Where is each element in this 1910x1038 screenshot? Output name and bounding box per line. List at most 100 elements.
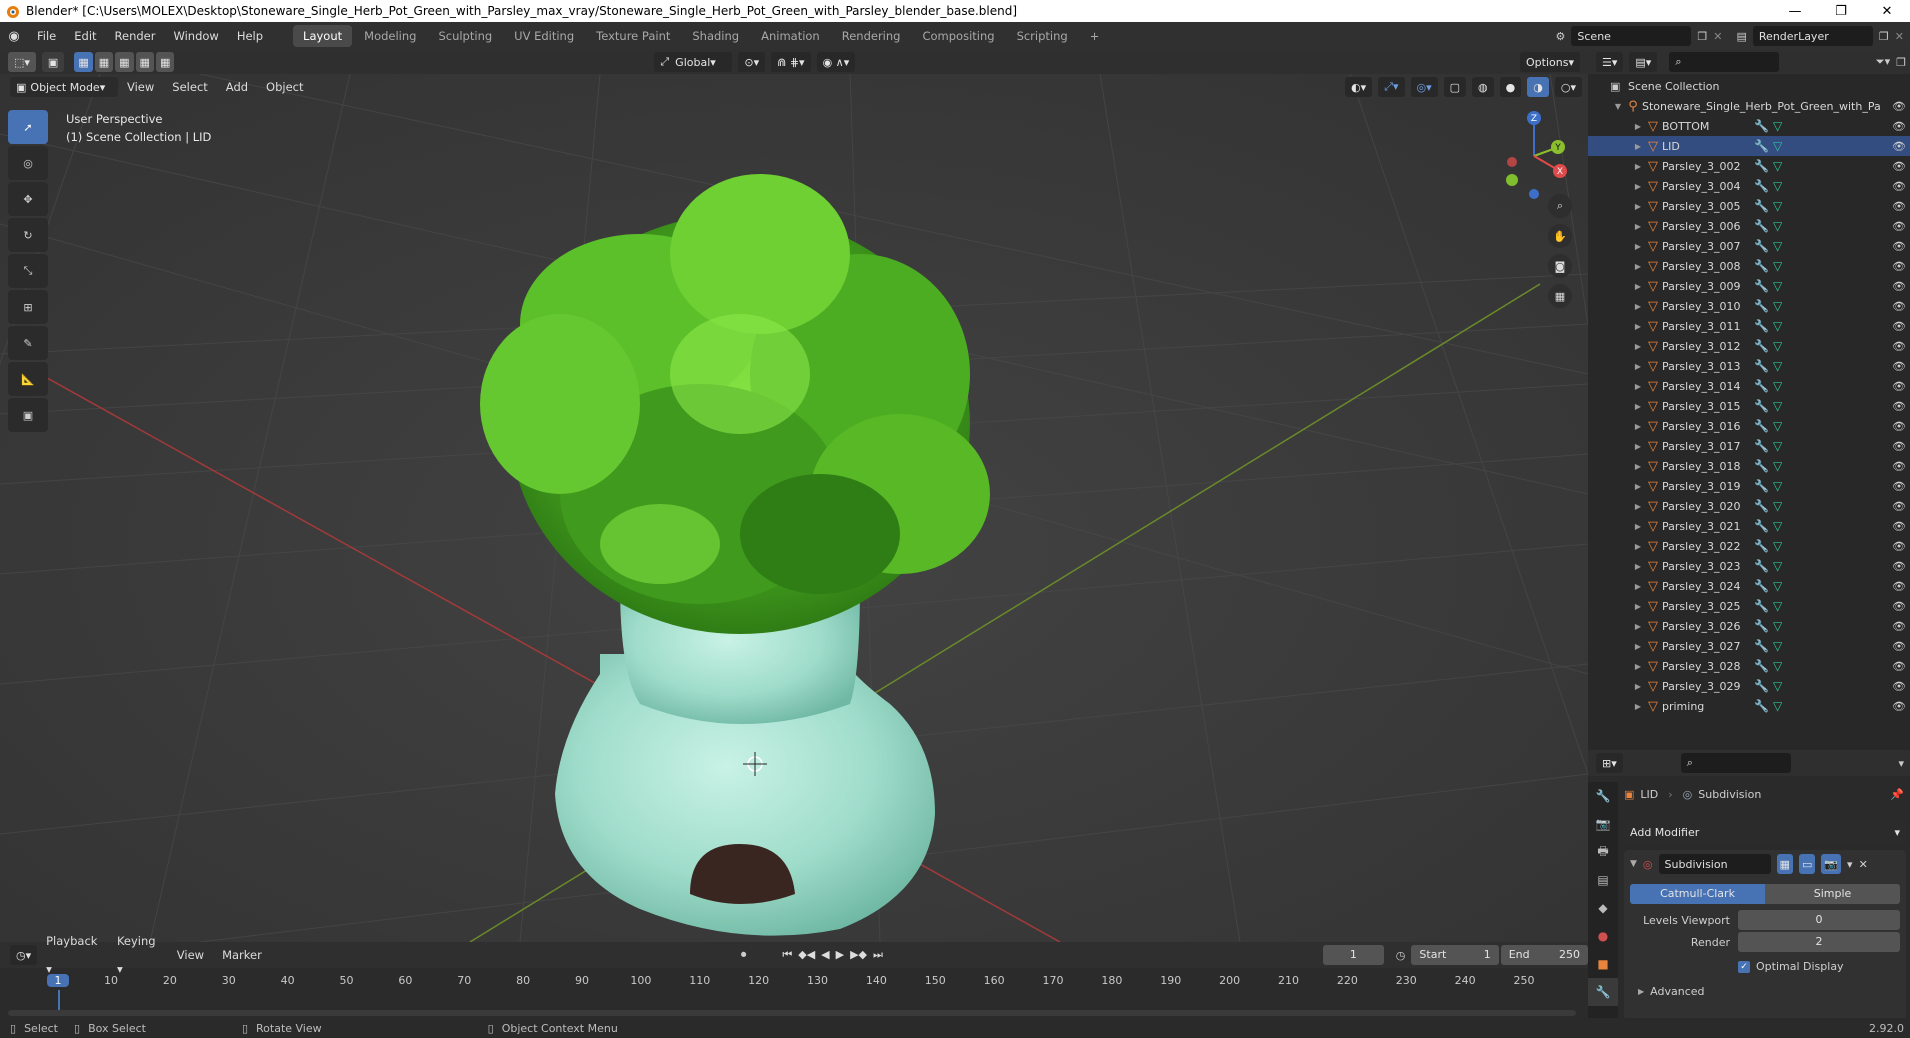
mesh-data-icon[interactable]: ▽	[1773, 699, 1782, 713]
measure-tool-icon[interactable]: 📐	[8, 362, 48, 396]
view-layer-tab-icon[interactable]: ▤	[1588, 866, 1618, 894]
visibility-eye-icon[interactable]: 👁	[1892, 620, 1906, 633]
gizmo-toggle-icon[interactable]: ⤢▾	[1378, 77, 1405, 97]
viewport-menu-object[interactable]: Object	[257, 73, 312, 101]
scene-tab-icon[interactable]: ◆	[1588, 894, 1618, 922]
pivot-point-icon[interactable]: ⊙▾	[738, 52, 766, 72]
visibility-eye-icon[interactable]: 👁	[1892, 240, 1906, 253]
modifier-menu-icon[interactable]: ▾	[1847, 858, 1853, 871]
modifier-wrench-icon[interactable]: 🔧	[1754, 699, 1769, 713]
outliner-item-row[interactable]: ▶ ▽ Parsley_3_004 🔧 ▽ 👁	[1588, 176, 1910, 196]
pin-icon[interactable]: 📌	[1890, 788, 1904, 801]
mesh-data-icon[interactable]: ▽	[1773, 219, 1782, 233]
next-keyframe-icon[interactable]: ▶◆	[850, 948, 867, 962]
expand-arrow-icon[interactable]: ▶	[1632, 322, 1644, 331]
modifier-wrench-icon[interactable]: 🔧	[1754, 599, 1769, 613]
rotate-tool-icon[interactable]: ↻	[8, 218, 48, 252]
tool-tab-icon[interactable]: 🔧	[1588, 782, 1618, 810]
menu-edit[interactable]: Edit	[65, 22, 105, 50]
visibility-eye-icon[interactable]: 👁	[1892, 340, 1906, 353]
mesh-data-icon[interactable]: ▽	[1773, 579, 1782, 593]
mesh-data-icon[interactable]: ▽	[1773, 439, 1782, 453]
mesh-data-icon[interactable]: ▽	[1773, 199, 1782, 213]
mesh-data-icon[interactable]: ▽	[1773, 239, 1782, 253]
snap-icon[interactable]: ⋒ ⋕▾	[771, 52, 811, 72]
current-frame-field[interactable]: 1	[1322, 945, 1384, 965]
expand-arrow-icon[interactable]: ▶	[1632, 622, 1644, 631]
blender-menu-icon[interactable]: ◉	[0, 29, 28, 44]
outliner-item-row[interactable]: ▶ ▽ Parsley_3_006 🔧 ▽ 👁	[1588, 216, 1910, 236]
visibility-eye-icon[interactable]: 👁	[1892, 320, 1906, 333]
mesh-data-icon[interactable]: ▽	[1773, 619, 1782, 633]
display-mode-icon[interactable]: ▤▾	[1629, 52, 1658, 72]
scale-tool-icon[interactable]: ⤡	[8, 254, 48, 288]
visibility-eye-icon[interactable]: 👁	[1892, 400, 1906, 413]
expand-arrow-icon[interactable]: ▶	[1632, 422, 1644, 431]
output-tab-icon[interactable]: 🖶	[1588, 838, 1618, 866]
modifier-wrench-icon[interactable]: 🔧	[1754, 639, 1769, 653]
edit-mode-toggle-icon[interactable]: ▦	[1776, 854, 1793, 874]
modifier-wrench-icon[interactable]: 🔧	[1754, 459, 1769, 473]
3d-viewport[interactable]: Z Y X User Perspective (1) Scene Collect…	[0, 74, 1588, 942]
modifier-name-field[interactable]: Subdivision	[1658, 854, 1771, 874]
mesh-data-icon[interactable]: ▽	[1773, 379, 1782, 393]
add-cube-tool-icon[interactable]: ▣	[8, 398, 48, 432]
expand-arrow-icon[interactable]: ▶	[1632, 282, 1644, 291]
outliner-item-row[interactable]: ▶ ▽ Parsley_3_007 🔧 ▽ 👁	[1588, 236, 1910, 256]
mesh-data-icon[interactable]: ▽	[1773, 279, 1782, 293]
modifier-wrench-icon[interactable]: 🔧	[1754, 539, 1769, 553]
expand-arrow-icon[interactable]: ▶	[1632, 122, 1644, 131]
outliner-editor-type-icon[interactable]: ☰▾	[1596, 52, 1624, 72]
outliner-item-row[interactable]: ▶ ▽ Parsley_3_019 🔧 ▽ 👁	[1588, 476, 1910, 496]
modifier-wrench-icon[interactable]: 🔧	[1754, 359, 1769, 373]
levels-viewport-field[interactable]: 0	[1738, 910, 1900, 930]
modifier-wrench-icon[interactable]: 🔧	[1754, 659, 1769, 673]
mesh-data-icon[interactable]: ▽	[1773, 519, 1782, 533]
mesh-data-icon[interactable]: ▽	[1773, 259, 1782, 273]
end-frame-field[interactable]: End 250	[1500, 945, 1588, 965]
mesh-data-icon[interactable]: ▽	[1773, 299, 1782, 313]
shading-rendered-icon[interactable]: ○▾	[1554, 77, 1582, 97]
expand-arrow-icon[interactable]: ▶	[1632, 182, 1644, 191]
options-dropdown[interactable]: Options ▾	[1520, 52, 1580, 72]
expand-arrow-icon[interactable]: ▶	[1632, 362, 1644, 371]
delete-scene-icon[interactable]: ✕	[1713, 30, 1722, 43]
visibility-eye-icon[interactable]: 👁	[1892, 500, 1906, 513]
select-mode-subtract-icon[interactable]: ▦	[115, 52, 134, 72]
outliner-item-row[interactable]: ▶ ▽ BOTTOM 🔧 ▽ 👁	[1588, 116, 1910, 136]
overlay-toggle-icon[interactable]: ◎▾	[1410, 77, 1438, 97]
new-collection-icon[interactable]: ❐	[1896, 56, 1906, 69]
modifier-wrench-icon[interactable]: 🔧	[1754, 259, 1769, 273]
zoom-icon[interactable]: ⌕	[1548, 194, 1572, 218]
new-layer-icon[interactable]: ❐	[1879, 30, 1889, 43]
modifier-wrench-icon[interactable]: 🔧	[1754, 319, 1769, 333]
playhead[interactable]: 1	[47, 974, 69, 987]
visibility-filter-icon[interactable]: ◐▾	[1345, 77, 1373, 97]
modifier-tab-icon[interactable]: 🔧	[1588, 978, 1618, 1006]
modifier-wrench-icon[interactable]: 🔧	[1754, 159, 1769, 173]
viewport-toggle-icon[interactable]: ▭	[1798, 854, 1816, 874]
modifier-collapse-icon[interactable]: ▼	[1630, 859, 1637, 869]
outliner-item-row[interactable]: ▶ ▽ Parsley_3_024 🔧 ▽ 👁	[1588, 576, 1910, 596]
add-workspace-button[interactable]: +	[1080, 25, 1110, 47]
outliner-item-row[interactable]: ▶ ▽ Parsley_3_029 🔧 ▽ 👁	[1588, 676, 1910, 696]
outliner-item-row[interactable]: ▶ ▽ Parsley_3_026 🔧 ▽ 👁	[1588, 616, 1910, 636]
mesh-data-icon[interactable]: ▽	[1773, 499, 1782, 513]
outliner-item-row[interactable]: ▶ ▽ Parsley_3_018 🔧 ▽ 👁	[1588, 456, 1910, 476]
orientation-dropdown[interactable]: ⤢ Global ▾	[654, 52, 733, 72]
new-scene-icon[interactable]: ❐	[1697, 30, 1707, 43]
expand-arrow-icon[interactable]: ▶	[1632, 702, 1644, 711]
move-tool-icon[interactable]: ✥	[8, 182, 48, 216]
world-tab-icon[interactable]: ●	[1588, 922, 1618, 950]
transform-tool-icon[interactable]: ⊞	[8, 290, 48, 324]
modifier-wrench-icon[interactable]: 🔧	[1754, 299, 1769, 313]
select-tool-icon[interactable]: ➚	[8, 110, 48, 144]
modifier-wrench-icon[interactable]: 🔧	[1754, 119, 1769, 133]
visibility-eye-icon[interactable]: 👁	[1892, 100, 1906, 113]
tab-rendering[interactable]: Rendering	[832, 25, 911, 47]
pan-hand-icon[interactable]: ✋	[1548, 224, 1572, 248]
viewport-menu-select[interactable]: Select	[163, 73, 216, 101]
shading-wireframe-icon[interactable]: ◍	[1472, 77, 1494, 97]
expand-arrow-icon[interactable]: ▶	[1632, 302, 1644, 311]
expand-arrow-icon[interactable]: ▶	[1632, 402, 1644, 411]
